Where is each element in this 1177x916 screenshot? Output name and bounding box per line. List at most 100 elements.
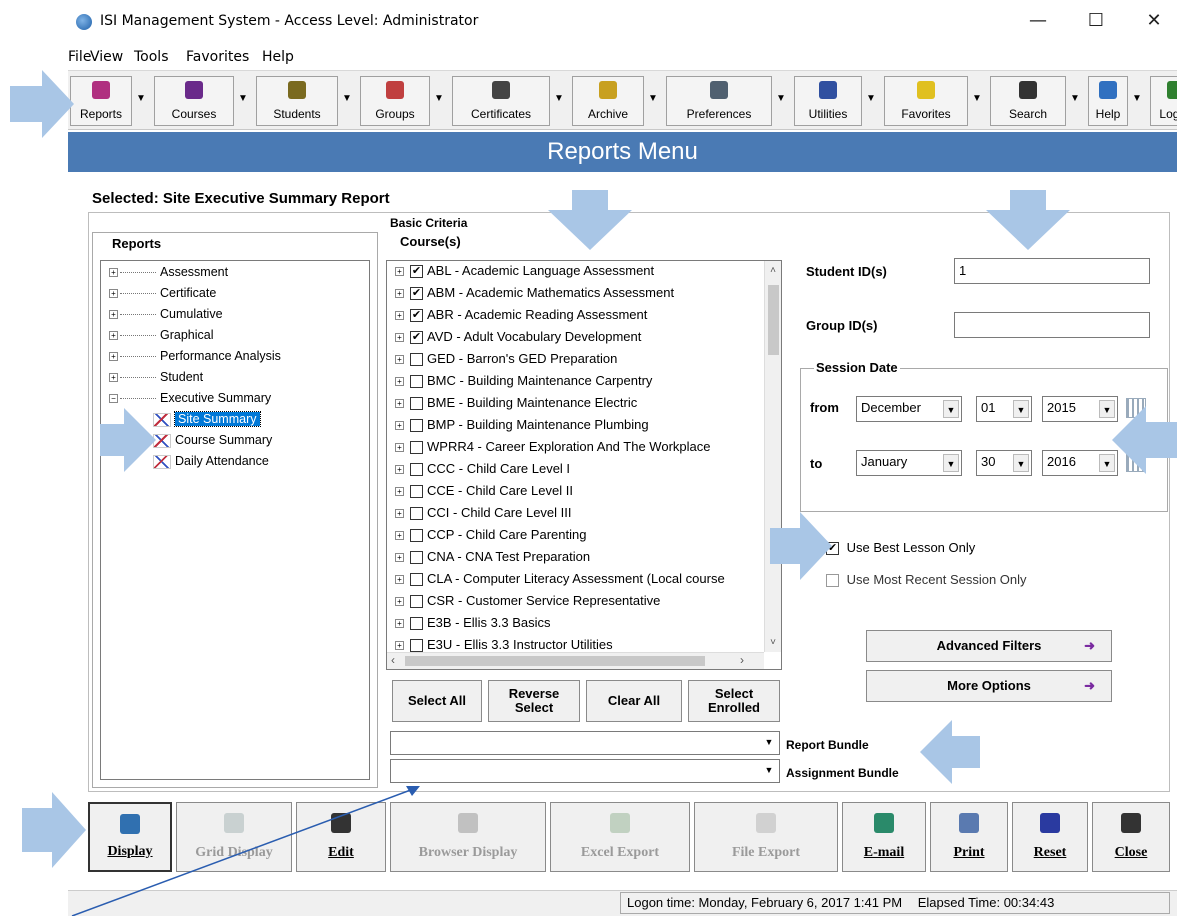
- reports-tree[interactable]: + Assessment + Certificate + Cumulative + Graph…: [100, 260, 370, 780]
- toolbar-favorites-button[interactable]: Favorites: [884, 76, 968, 126]
- calendar-icon[interactable]: [1126, 452, 1146, 472]
- maximize-button[interactable]: ☐: [1076, 6, 1116, 38]
- course-checkbox[interactable]: [410, 639, 423, 653]
- reverse-select-button[interactable]: Reverse Select: [488, 680, 580, 722]
- course-checkbox[interactable]: ✔: [410, 265, 423, 279]
- course-list-vscrollbar[interactable]: ˄ ˅: [764, 261, 781, 652]
- tree-item[interactable]: + Cumulative: [109, 307, 223, 328]
- browser-display-button[interactable]: Browser Display: [390, 802, 546, 872]
- menu-tools[interactable]: Tools: [134, 49, 169, 65]
- hscroll-thumb[interactable]: [405, 656, 705, 666]
- toolbar-utilities[interactable]: Utilities ▼: [794, 76, 880, 126]
- course-item[interactable]: + GED - Barron's GED Preparation: [395, 351, 617, 373]
- close-button[interactable]: Close: [1092, 802, 1170, 872]
- tree-item[interactable]: − Executive Summary: [109, 391, 271, 412]
- course-checkbox[interactable]: [410, 397, 423, 411]
- expand-icon[interactable]: +: [395, 641, 404, 651]
- toolbar-logoff-button[interactable]: Logoff: [1150, 76, 1177, 126]
- toolbar-certificates-button[interactable]: Certificates: [452, 76, 550, 126]
- tree-item[interactable]: + Certificate: [109, 286, 216, 307]
- toolbar-archive-button[interactable]: Archive: [572, 76, 644, 126]
- expand-icon[interactable]: +: [395, 443, 404, 453]
- course-checkbox[interactable]: [410, 353, 423, 367]
- reset-button[interactable]: Reset: [1012, 802, 1088, 872]
- menu-file[interactable]: File: [68, 49, 91, 65]
- expand-icon[interactable]: +: [395, 399, 404, 409]
- course-list-hscrollbar[interactable]: ‹ ›: [387, 652, 764, 669]
- expand-icon[interactable]: +: [109, 268, 118, 278]
- course-item[interactable]: + BMC - Building Maintenance Carpentry: [395, 373, 652, 395]
- use-most-recent-option[interactable]: Use Most Recent Session Only: [826, 572, 1027, 588]
- tree-item[interactable]: Course Summary: [153, 433, 272, 454]
- toolbar-reports-button[interactable]: Reports: [70, 76, 132, 126]
- dropdown-arrow-icon[interactable]: ▼: [431, 76, 447, 126]
- dropdown-arrow-icon[interactable]: ▼: [1067, 76, 1083, 126]
- clear-all-button[interactable]: Clear All: [586, 680, 682, 722]
- expand-icon[interactable]: +: [109, 373, 118, 383]
- from-year-select[interactable]: 2015 ▼: [1042, 396, 1118, 422]
- course-checkbox[interactable]: [410, 551, 423, 565]
- to-month-select[interactable]: January ▼: [856, 450, 962, 476]
- expand-icon[interactable]: +: [109, 310, 118, 320]
- assignment-bundle-select[interactable]: ▼: [390, 759, 780, 783]
- course-item[interactable]: + BME - Building Maintenance Electric: [395, 395, 637, 417]
- student-ids-input[interactable]: 1: [954, 258, 1150, 284]
- report-bundle-select[interactable]: ▼: [390, 731, 780, 755]
- tree-item[interactable]: + Student: [109, 370, 203, 391]
- course-checkbox[interactable]: [410, 375, 423, 389]
- toolbar-students[interactable]: Students ▼: [256, 76, 356, 126]
- expand-icon[interactable]: +: [109, 289, 118, 299]
- course-checkbox[interactable]: [410, 617, 423, 631]
- course-item[interactable]: + CNA - CNA Test Preparation: [395, 549, 590, 571]
- expand-icon[interactable]: +: [395, 465, 404, 475]
- collapse-icon[interactable]: −: [109, 394, 118, 404]
- expand-icon[interactable]: +: [395, 531, 404, 541]
- toolbar-favorites[interactable]: Favorites ▼: [884, 76, 986, 126]
- expand-icon[interactable]: +: [109, 331, 118, 341]
- course-checkbox[interactable]: ✔: [410, 309, 423, 323]
- menu-help[interactable]: Help: [262, 49, 294, 65]
- expand-icon[interactable]: +: [395, 333, 404, 343]
- dropdown-arrow-icon[interactable]: ▼: [645, 76, 661, 126]
- use-best-lesson-checkbox[interactable]: ✔: [826, 542, 839, 556]
- select-enrolled-button[interactable]: Select Enrolled: [688, 680, 780, 722]
- course-item[interactable]: + CCP - Child Care Parenting: [395, 527, 586, 549]
- toolbar-courses[interactable]: Courses ▼: [154, 76, 252, 126]
- toolbar-preferences[interactable]: Preferences ▼: [666, 76, 790, 126]
- course-checkbox[interactable]: [410, 419, 423, 433]
- expand-icon[interactable]: +: [395, 289, 404, 299]
- course-checkbox[interactable]: ✔: [410, 287, 423, 301]
- expand-icon[interactable]: +: [109, 352, 118, 362]
- dropdown-arrow-icon[interactable]: ▼: [339, 76, 355, 126]
- expand-icon[interactable]: +: [395, 267, 404, 277]
- course-item[interactable]: + ✔ ABL - Academic Language Assessment: [395, 263, 654, 285]
- course-checkbox[interactable]: [410, 595, 423, 609]
- toolbar-groups[interactable]: Groups ▼: [360, 76, 448, 126]
- dropdown-arrow-icon[interactable]: ▼: [969, 76, 985, 126]
- course-item[interactable]: + BMP - Building Maintenance Plumbing: [395, 417, 649, 439]
- course-checkbox[interactable]: [410, 507, 423, 521]
- dropdown-arrow-icon[interactable]: ▼: [761, 734, 777, 750]
- dropdown-arrow-icon[interactable]: ▼: [761, 762, 777, 778]
- expand-icon[interactable]: +: [395, 597, 404, 607]
- toolbar-certificates[interactable]: Certificates ▼: [452, 76, 568, 126]
- dropdown-arrow-icon[interactable]: ▼: [551, 76, 567, 126]
- scroll-up-icon[interactable]: ˄: [765, 265, 781, 276]
- course-item[interactable]: + WPRR4 - Career Exploration And The Work…: [395, 439, 710, 461]
- course-list[interactable]: + ✔ ABL - Academic Language Assessment + ✔ AB…: [386, 260, 782, 670]
- tree-item[interactable]: Site Summary: [153, 411, 261, 433]
- display-button[interactable]: Display: [88, 802, 172, 872]
- edit-button[interactable]: Edit: [296, 802, 386, 872]
- more-options-button[interactable]: More Options ➜: [866, 670, 1112, 702]
- expand-icon[interactable]: +: [395, 377, 404, 387]
- course-item[interactable]: + ✔ ABM - Academic Mathematics Assessment: [395, 285, 674, 307]
- advanced-filters-button[interactable]: Advanced Filters ➜: [866, 630, 1112, 662]
- to-day-select[interactable]: 30 ▼: [976, 450, 1032, 476]
- select-all-button[interactable]: Select All: [392, 680, 482, 722]
- group-ids-input[interactable]: [954, 312, 1150, 338]
- toolbar-logoff[interactable]: Logoff▼: [1150, 76, 1177, 126]
- dropdown-arrow-icon[interactable]: ▼: [133, 76, 149, 126]
- excel-export-button[interactable]: Excel Export: [550, 802, 690, 872]
- tree-item[interactable]: Daily Attendance: [153, 454, 269, 475]
- toolbar-help[interactable]: Help ▼: [1088, 76, 1146, 126]
